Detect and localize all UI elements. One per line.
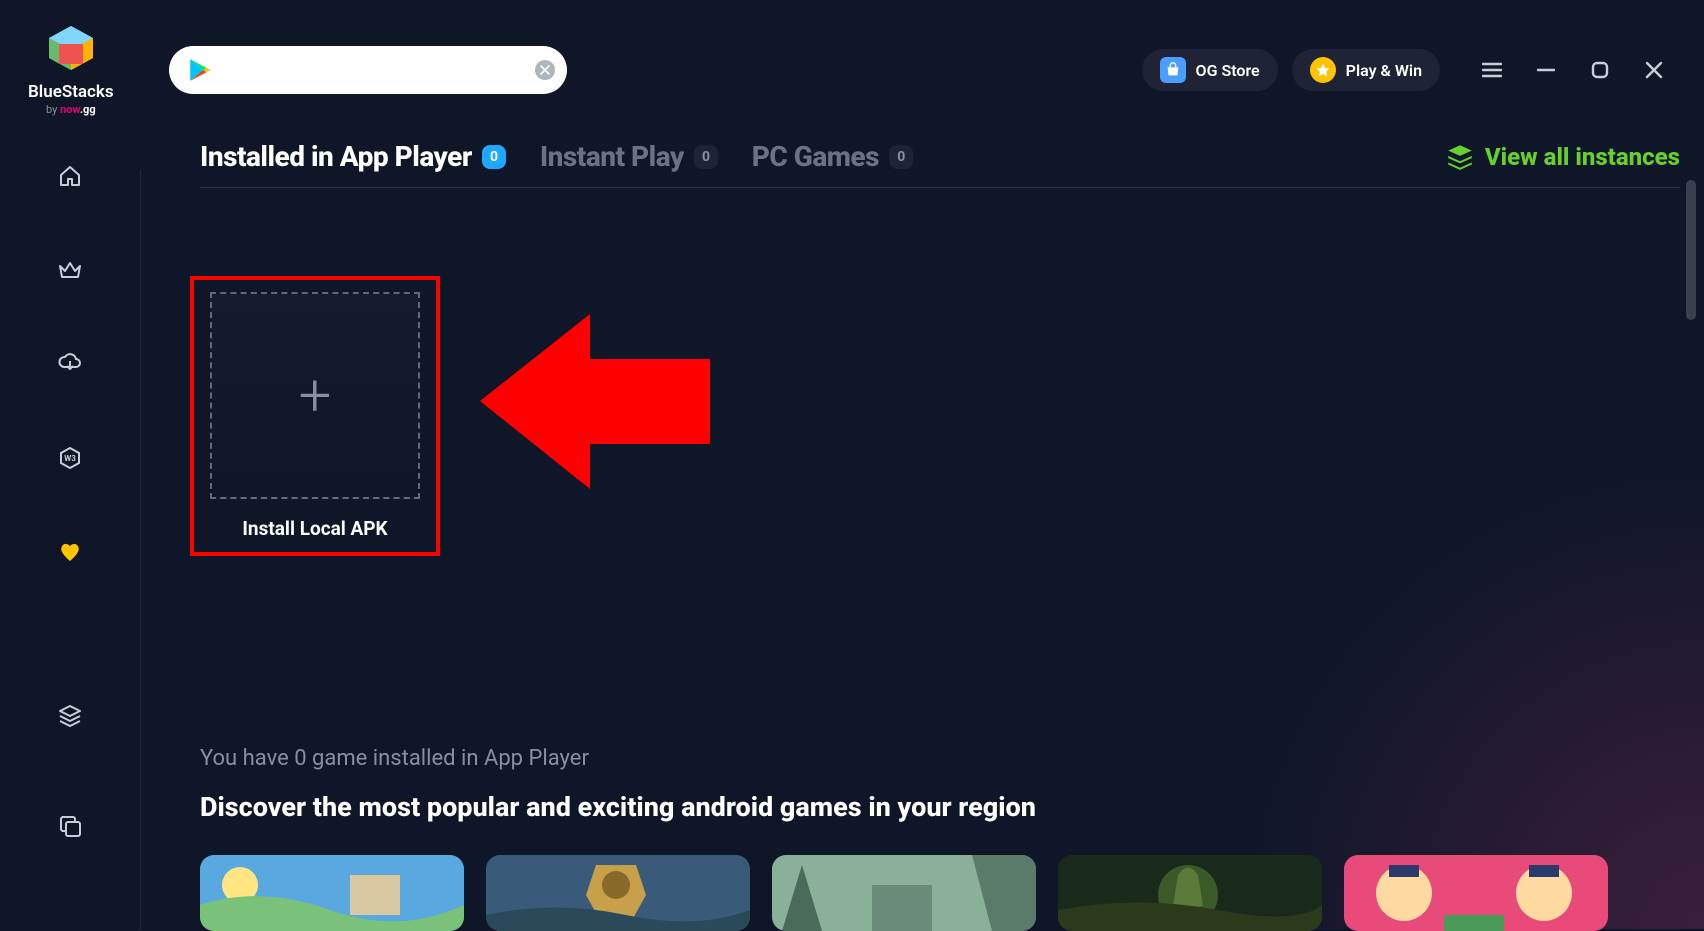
home-icon[interactable] bbox=[54, 160, 86, 192]
search-bar[interactable] bbox=[169, 46, 567, 94]
game-card[interactable] bbox=[486, 855, 750, 931]
game-card[interactable] bbox=[200, 855, 464, 931]
play-win-icon bbox=[1310, 57, 1336, 83]
bluestacks-logo[interactable]: BlueStacks by now.gg bbox=[28, 24, 114, 116]
installed-count-text: You have 0 game installed in App Player bbox=[200, 746, 1680, 771]
heart-icon[interactable] bbox=[54, 536, 86, 568]
close-icon[interactable] bbox=[1644, 60, 1664, 80]
logo-subtext: by now.gg bbox=[46, 103, 96, 116]
game-card[interactable] bbox=[1344, 855, 1608, 931]
maximize-icon[interactable] bbox=[1590, 60, 1610, 80]
search-input[interactable] bbox=[223, 62, 535, 79]
install-apk-section: + Install Local APK bbox=[200, 276, 1680, 556]
og-store-button[interactable]: OG Store bbox=[1142, 49, 1278, 91]
install-local-apk-card[interactable]: + Install Local APK bbox=[190, 276, 440, 556]
tab-pc-label: PC Games bbox=[752, 140, 879, 173]
window-controls bbox=[1482, 60, 1664, 80]
og-store-icon bbox=[1160, 57, 1186, 83]
discover-title: Discover the most popular and exciting a… bbox=[200, 791, 1680, 823]
crown-icon[interactable] bbox=[54, 254, 86, 286]
og-store-label: OG Store bbox=[1196, 61, 1260, 80]
play-win-label: Play & Win bbox=[1346, 61, 1422, 80]
logo-text: BlueStacks bbox=[28, 84, 114, 101]
web3-icon[interactable]: W3 bbox=[54, 442, 86, 474]
install-apk-label: Install Local APK bbox=[242, 517, 387, 540]
tab-installed[interactable]: Installed in App Player 0 bbox=[200, 140, 506, 173]
header: BlueStacks by now.gg bbox=[0, 0, 1704, 116]
tab-instant-badge: 0 bbox=[694, 145, 718, 169]
tab-pc-badge: 0 bbox=[889, 145, 913, 169]
tab-pc-games[interactable]: PC Games 0 bbox=[752, 140, 913, 173]
view-all-instances-link[interactable]: View all instances bbox=[1445, 142, 1680, 172]
tab-instant-play[interactable]: Instant Play 0 bbox=[540, 140, 718, 173]
hamburger-menu-icon[interactable] bbox=[1482, 60, 1502, 80]
cloud-download-icon[interactable] bbox=[54, 348, 86, 380]
main-content: Installed in App Player 0 Instant Play 0… bbox=[200, 140, 1680, 931]
bluestacks-logo-icon bbox=[41, 24, 101, 80]
apk-drop-zone[interactable]: + bbox=[210, 292, 420, 499]
game-card[interactable] bbox=[772, 855, 1036, 931]
game-card[interactable] bbox=[1058, 855, 1322, 931]
minimize-icon[interactable] bbox=[1536, 60, 1556, 80]
play-store-icon bbox=[187, 57, 213, 83]
svg-text:W3: W3 bbox=[64, 454, 76, 463]
game-cards-row bbox=[200, 855, 1680, 931]
copy-icon[interactable] bbox=[54, 810, 86, 842]
annotation-arrow-icon bbox=[480, 314, 710, 489]
clear-search-icon[interactable] bbox=[535, 60, 555, 80]
tab-installed-label: Installed in App Player bbox=[200, 140, 472, 173]
plus-icon: + bbox=[299, 367, 332, 425]
tab-installed-badge: 0 bbox=[482, 145, 506, 169]
sidebar: W3 bbox=[0, 160, 140, 568]
tabs-row: Installed in App Player 0 Instant Play 0… bbox=[200, 140, 1680, 188]
bottom-section: You have 0 game installed in App Player … bbox=[200, 746, 1680, 931]
instances-stack-icon bbox=[1445, 142, 1475, 172]
sidebar-divider bbox=[140, 170, 141, 930]
layers-icon[interactable] bbox=[54, 700, 86, 732]
header-right: OG Store Play & Win bbox=[1142, 49, 1664, 91]
view-instances-label: View all instances bbox=[1485, 143, 1680, 171]
play-win-button[interactable]: Play & Win bbox=[1292, 49, 1440, 91]
scrollbar-thumb[interactable] bbox=[1686, 180, 1696, 320]
sidebar-bottom bbox=[0, 700, 140, 842]
tab-instant-label: Instant Play bbox=[540, 140, 684, 173]
